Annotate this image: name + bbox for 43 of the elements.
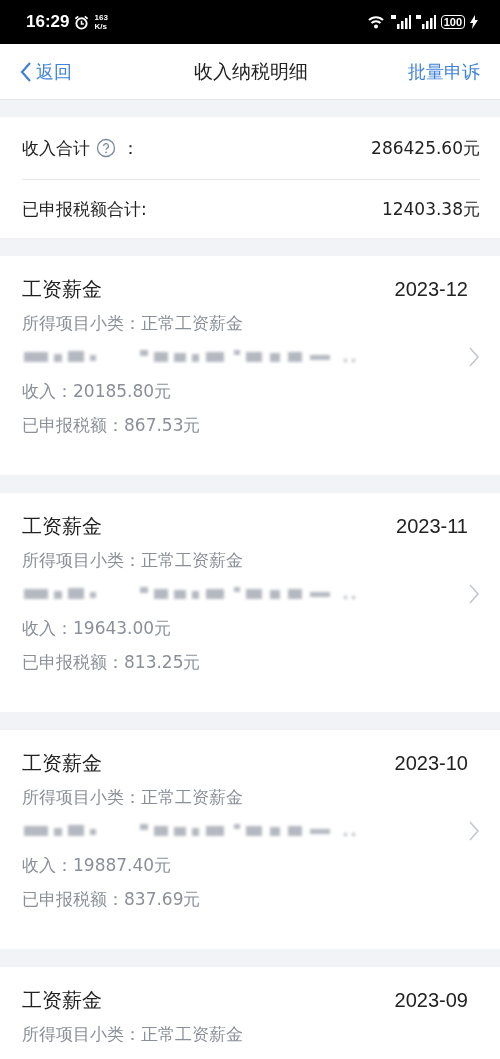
period: 2023-11 xyxy=(396,515,468,538)
subcategory: 所得项目小类：正常工资薪金 xyxy=(22,312,244,335)
income-amount: 收入：20185.80元 xyxy=(22,380,173,403)
batch-appeal-button[interactable]: 批量申诉 xyxy=(408,59,480,84)
charging-icon xyxy=(470,15,478,29)
status-time: 16:29 xyxy=(26,12,70,32)
declared-tax: 已申报税额：813.25元 xyxy=(22,651,202,674)
period: 2023-09 xyxy=(394,989,468,1012)
income-type: 工资薪金 xyxy=(22,750,102,777)
summary-value: 12403.38元 xyxy=(381,197,480,221)
alarm-icon xyxy=(74,14,90,30)
chevron-right-icon xyxy=(468,583,480,605)
subcategory: 所得项目小类：正常工资薪金 xyxy=(22,786,244,809)
speed-unit: K/s xyxy=(94,22,108,31)
chevron-right-icon xyxy=(468,346,480,368)
colon: ： xyxy=(122,136,139,160)
chevron-left-icon xyxy=(20,60,32,83)
subcategory: 所得项目小类：正常工资薪金 xyxy=(22,1023,244,1046)
declared-tax: 已申报税额：837.69元 xyxy=(22,888,202,911)
page-title: 收入纳税明细 xyxy=(194,58,308,84)
income-amount: 收入：19887.40元 xyxy=(22,854,173,877)
signal-icon xyxy=(390,15,411,29)
record-card[interactable]: 工资薪金 2023-12 所得项目小类：正常工资薪金 收入：20185.80元 已申报税额：867.53元 xyxy=(0,256,500,475)
period: 2023-12 xyxy=(394,278,468,301)
subcategory: 所得项目小类：正常工资薪金 xyxy=(22,549,244,572)
network-speed: 163 xyxy=(94,13,108,22)
chevron-right-icon xyxy=(468,820,480,842)
signal-icon xyxy=(415,15,436,29)
income-type: 工资薪金 xyxy=(22,276,102,303)
income-type: 工资薪金 xyxy=(22,513,102,540)
income-type: 工资薪金 xyxy=(22,987,102,1014)
period: 2023-10 xyxy=(394,752,468,775)
summary-value: 286425.60元 xyxy=(371,136,480,160)
record-card[interactable]: 工资薪金 2023-09 所得项目小类：正常工资薪金 xyxy=(0,967,500,1059)
help-icon[interactable] xyxy=(96,138,116,158)
record-card[interactable]: 工资薪金 2023-10 所得项目小类：正常工资薪金 收入：19887.40元 已申报税额：837.69元 xyxy=(0,730,500,949)
declared-tax: 已申报税额：867.53元 xyxy=(22,414,202,437)
income-amount: 收入：19643.00元 xyxy=(22,617,173,640)
summary-label: 已申报税额合计: xyxy=(22,197,147,221)
summary-label: 收入合计 xyxy=(22,136,90,160)
battery-level: 100 xyxy=(440,15,465,29)
record-card[interactable]: 工资薪金 2023-11 所得项目小类：正常工资薪金 收入：19643.00元 已申报税额：813.25元 xyxy=(0,493,500,712)
back-button[interactable]: 返回 xyxy=(20,59,72,84)
